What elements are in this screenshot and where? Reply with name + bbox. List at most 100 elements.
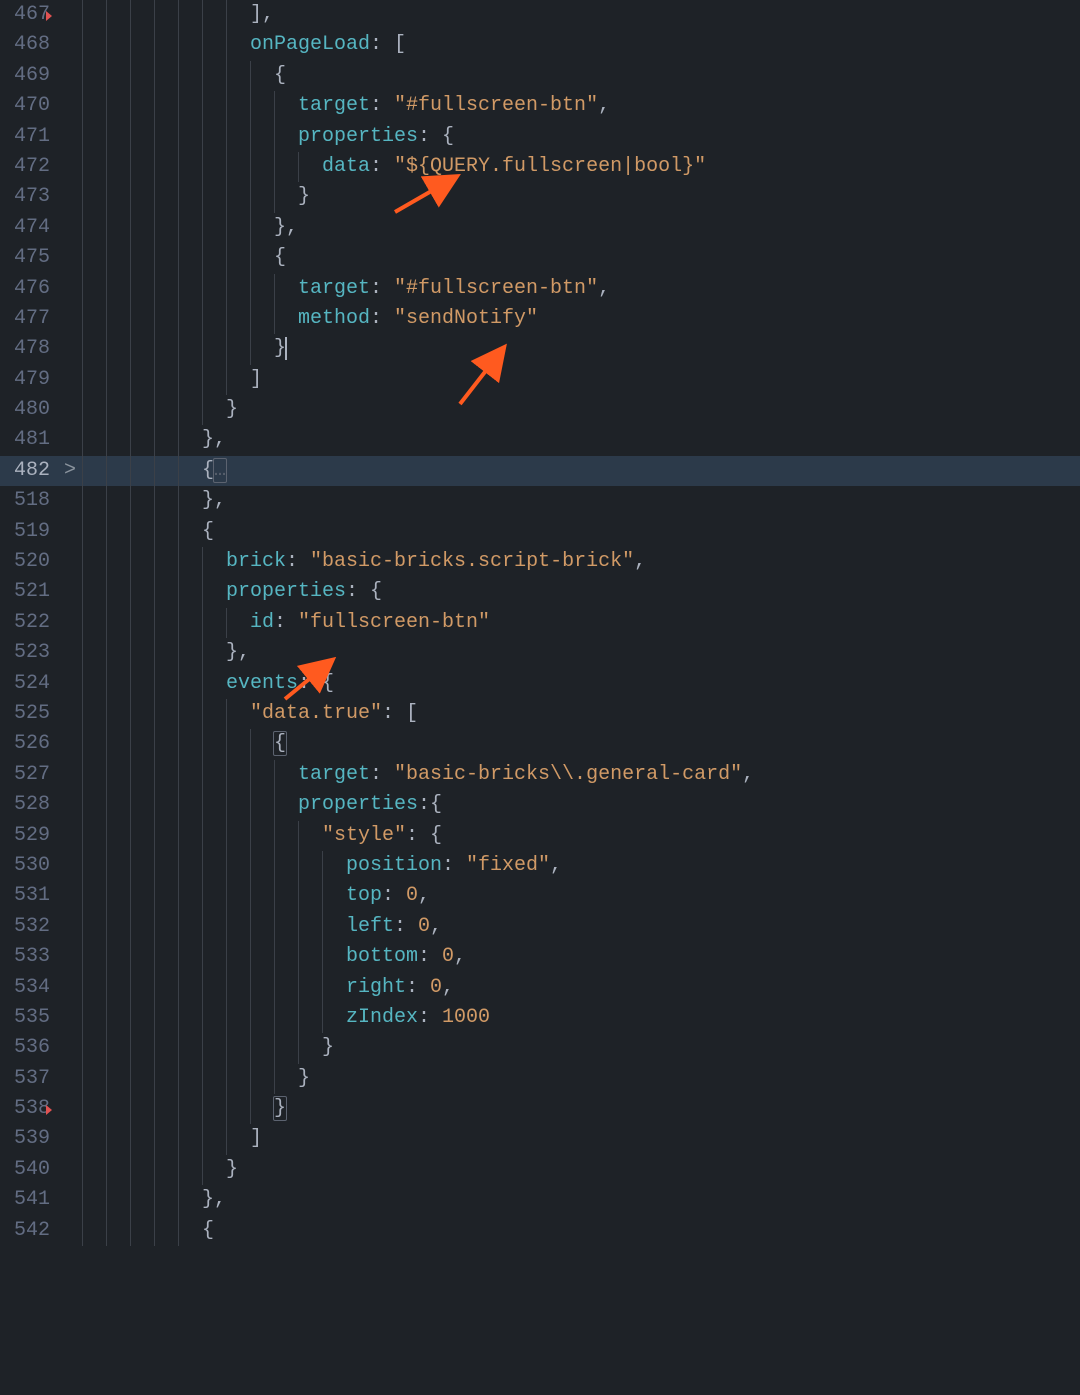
line-number[interactable]: 476 [0, 274, 58, 304]
code-content[interactable]: data: "${QUERY.fullscreen|bool}" [82, 152, 1080, 182]
code-content[interactable]: ] [82, 1124, 1080, 1154]
code-line[interactable]: 476 target: "#fullscreen-btn", [0, 274, 1080, 304]
line-number[interactable]: 474 [0, 213, 58, 243]
line-number[interactable]: 518 [0, 486, 58, 516]
code-line[interactable]: 530position: "fixed", [0, 851, 1080, 881]
code-content[interactable]: { [82, 1216, 1080, 1246]
code-content[interactable]: onPageLoad: [ [82, 30, 1080, 60]
line-number[interactable]: 541 [0, 1185, 58, 1215]
code-content[interactable]: } [82, 1155, 1080, 1185]
line-number[interactable]: 470 [0, 91, 58, 121]
line-number[interactable]: 477 [0, 304, 58, 334]
code-line[interactable]: 518}, [0, 486, 1080, 516]
code-content[interactable]: id: "fullscreen-btn" [82, 608, 1080, 638]
line-number[interactable]: 539 [0, 1124, 58, 1154]
code-line[interactable]: 473} [0, 182, 1080, 212]
code-content[interactable]: ], [82, 0, 1080, 30]
code-content[interactable]: right: 0, [82, 973, 1080, 1003]
code-content[interactable]: "style": { [82, 821, 1080, 851]
code-content[interactable]: properties:{ [82, 790, 1080, 820]
code-content[interactable]: top: 0, [82, 881, 1080, 911]
line-number[interactable]: 522 [0, 608, 58, 638]
line-number[interactable]: 527 [0, 760, 58, 790]
fold-toggle-icon[interactable]: > [58, 456, 82, 486]
line-number[interactable]: 475 [0, 243, 58, 273]
line-number[interactable]: 536 [0, 1033, 58, 1063]
code-line[interactable]: 537} [0, 1064, 1080, 1094]
code-line[interactable]: 526 { [0, 729, 1080, 759]
code-content[interactable]: { [82, 243, 1080, 273]
code-content[interactable]: }, [82, 213, 1080, 243]
code-line[interactable]: 525 "data.true": [ [0, 699, 1080, 729]
code-content[interactable]: }, [82, 638, 1080, 668]
line-number[interactable]: 482 [0, 456, 58, 486]
line-number[interactable]: 469 [0, 61, 58, 91]
code-line[interactable]: 542{ [0, 1216, 1080, 1246]
code-content[interactable]: { [82, 517, 1080, 547]
line-number[interactable]: 529 [0, 821, 58, 851]
line-number[interactable]: 526 [0, 729, 58, 759]
code-content[interactable]: method: "sendNotify" [82, 304, 1080, 334]
code-content[interactable]: } [82, 1064, 1080, 1094]
code-line[interactable]: 475 { [0, 243, 1080, 273]
code-content[interactable]: }, [82, 486, 1080, 516]
code-content[interactable]: properties: { [82, 122, 1080, 152]
code-editor[interactable]: 467],468 onPageLoad: [ 469 {470 target: "#fu… [0, 0, 1080, 1388]
code-content[interactable]: } [82, 182, 1080, 212]
code-content[interactable]: target: "#fullscreen-btn", [82, 91, 1080, 121]
code-content[interactable]: target: "#fullscreen-btn", [82, 274, 1080, 304]
line-number[interactable]: 468 [0, 30, 58, 60]
line-number[interactable]: 537 [0, 1064, 58, 1094]
code-line[interactable]: 472 data: "${QUERY.fullscreen|bool}" [0, 152, 1080, 182]
breakpoint-icon[interactable] [46, 1105, 52, 1115]
code-content[interactable]: left: 0, [82, 912, 1080, 942]
line-number[interactable]: 531 [0, 881, 58, 911]
line-number[interactable]: 535 [0, 1003, 58, 1033]
line-number[interactable]: 533 [0, 942, 58, 972]
line-number[interactable]: 481 [0, 425, 58, 455]
code-content[interactable]: bottom: 0, [82, 942, 1080, 972]
code-line[interactable]: 520brick: "basic-bricks.script-brick", [0, 547, 1080, 577]
code-line[interactable]: 474}, [0, 213, 1080, 243]
code-content[interactable]: } [82, 395, 1080, 425]
code-line[interactable]: 533 bottom: 0, [0, 942, 1080, 972]
line-number[interactable]: 525 [0, 699, 58, 729]
line-number[interactable]: 473 [0, 182, 58, 212]
code-content[interactable]: brick: "basic-bricks.script-brick", [82, 547, 1080, 577]
code-content[interactable]: ] [82, 365, 1080, 395]
code-content[interactable]: target: "basic-bricks\\.general-card", [82, 760, 1080, 790]
line-number[interactable]: 534 [0, 973, 58, 1003]
code-content[interactable]: }, [82, 1185, 1080, 1215]
code-line[interactable]: 534 right: 0, [0, 973, 1080, 1003]
code-content[interactable]: { [82, 729, 1080, 759]
line-number[interactable]: 519 [0, 517, 58, 547]
line-number[interactable]: 524 [0, 669, 58, 699]
line-number[interactable]: 532 [0, 912, 58, 942]
code-line[interactable]: 477 method: "sendNotify" [0, 304, 1080, 334]
code-line[interactable]: 468 onPageLoad: [ [0, 30, 1080, 60]
code-line[interactable]: 521properties: { [0, 577, 1080, 607]
line-number[interactable]: 528 [0, 790, 58, 820]
line-number[interactable]: 523 [0, 638, 58, 668]
code-line[interactable]: 470 target: "#fullscreen-btn", [0, 91, 1080, 121]
code-content[interactable]: } [82, 1094, 1080, 1124]
code-line[interactable]: 540} [0, 1155, 1080, 1185]
line-number[interactable]: 480 [0, 395, 58, 425]
code-line[interactable]: 482>{… [0, 456, 1080, 486]
code-line[interactable]: 471properties: { [0, 122, 1080, 152]
code-line[interactable]: 519 { [0, 517, 1080, 547]
breakpoint-icon[interactable] [46, 11, 52, 21]
code-content[interactable]: }, [82, 425, 1080, 455]
code-line[interactable]: 531 top: 0, [0, 881, 1080, 911]
code-content[interactable]: "data.true": [ [82, 699, 1080, 729]
code-line[interactable]: 532 left: 0, [0, 912, 1080, 942]
code-line[interactable]: 524events: { [0, 669, 1080, 699]
line-number[interactable]: 479 [0, 365, 58, 395]
code-line[interactable]: 467], [0, 0, 1080, 30]
code-content[interactable]: {… [82, 456, 1080, 486]
code-line[interactable]: 528 properties:{ [0, 790, 1080, 820]
line-number[interactable]: 472 [0, 152, 58, 182]
code-content[interactable]: zIndex: 1000 [82, 1003, 1080, 1033]
code-content[interactable]: { [82, 61, 1080, 91]
line-number[interactable]: 478 [0, 334, 58, 364]
